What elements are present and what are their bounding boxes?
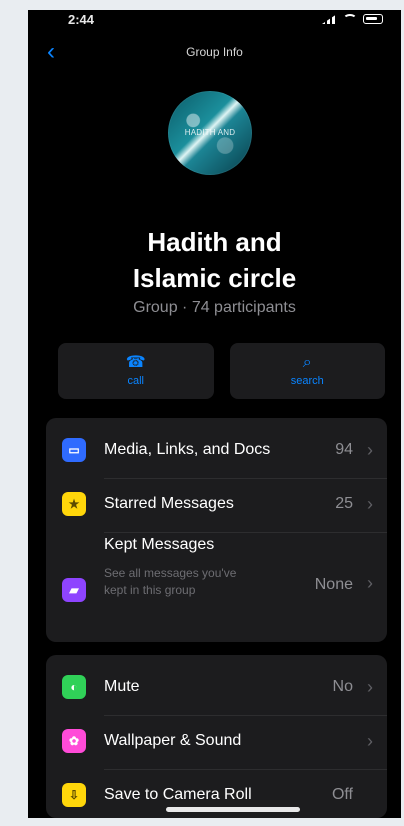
action-row: ☎ call ⌕ search [58,343,385,399]
star-icon: ★ [62,492,86,516]
group-avatar[interactable]: HADITH AND [168,91,252,175]
row-sublabel: See all messages you've kept in this gro… [104,566,237,597]
starred-messages-row[interactable]: ★ Starred Messages 25 › [46,480,387,528]
row-value: Off [331,786,353,803]
chevron-right-icon: › [367,676,373,697]
call-button[interactable]: ☎ call [58,343,214,399]
kept-messages-row[interactable]: ▰ Kept Messages See all messages you've … [46,536,387,640]
group-meta: Group · 74 participants [133,299,296,316]
search-icon: ⌕ [302,354,312,371]
row-value: None [314,576,353,593]
call-label: call [127,375,144,387]
status-time: 2:44 [68,12,95,27]
row-label: Kept Messages [104,536,215,553]
mute-icon: ◐ [62,675,86,699]
divider [104,769,387,770]
group-name: Hadith and Islamic circle [132,227,297,293]
status-icons [322,14,383,24]
search-label: search [290,375,324,387]
media-links-docs-row[interactable]: ▭ Media, Links, and Docs 94 › [46,426,387,474]
settings-section-1: ▭ Media, Links, and Docs 94 › ★ Starred … [46,418,387,642]
chevron-right-icon: › [367,573,373,593]
settings-section-2: ◐ Mute No › ✿ Wallpaper & Sound › ⇩ Save… [46,655,387,818]
page-title: Group Info [186,45,243,59]
phone-screen: 2:44 ‹ Group Info HADITH AND Hadith and … [28,10,401,818]
phone-icon: ☎ [125,354,146,371]
mute-row[interactable]: ◐ Mute No › [46,663,387,711]
wallpaper-icon: ✿ [62,729,86,753]
row-label: Mute [104,678,140,695]
avatar-text: HADITH AND [184,128,236,137]
divider [104,532,387,533]
row-label: Wallpaper & Sound [104,732,242,749]
status-bar: 2:44 [28,10,401,34]
home-indicator[interactable] [166,807,300,812]
media-icon: ▭ [62,438,86,462]
row-value: 94 [335,441,353,458]
row-label: Save to Camera Roll [104,786,252,803]
nav-bar: ‹ Group Info [28,36,401,68]
chevron-right-icon: › [367,439,373,460]
wifi-icon [343,14,357,24]
divider [104,478,387,479]
row-value: 25 [335,495,353,512]
chevron-right-icon: › [367,493,373,514]
search-button[interactable]: ⌕ search [229,343,385,399]
bookmark-icon: ▰ [62,578,86,602]
chevron-right-icon: › [367,730,373,751]
wallpaper-sound-row[interactable]: ✿ Wallpaper & Sound › [46,717,387,765]
battery-icon [363,14,383,24]
download-icon: ⇩ [62,783,86,807]
divider [104,715,387,716]
row-label: Starred Messages [104,495,234,512]
row-value: No [332,678,353,695]
signal-icon [322,14,337,24]
row-label: Media, Links, and Docs [104,441,271,458]
